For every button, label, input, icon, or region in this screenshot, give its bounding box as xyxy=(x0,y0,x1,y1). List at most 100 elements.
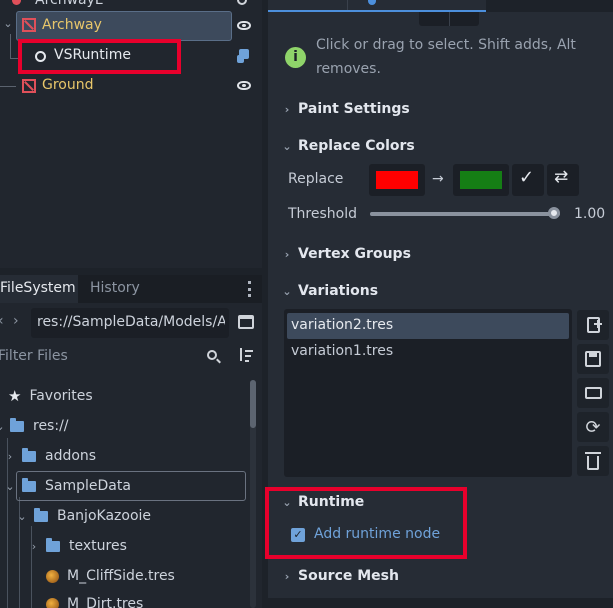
open-folder-icon xyxy=(584,387,602,399)
list-item-addons[interactable]: › addons xyxy=(0,442,96,470)
tree-guide xyxy=(10,58,18,59)
from-color-picker[interactable] xyxy=(369,164,425,196)
chevron-right-icon: › xyxy=(284,569,290,583)
mesh-node-icon xyxy=(22,79,36,93)
back-icon[interactable]: ‹ xyxy=(0,313,4,329)
swap-button[interactable]: ⇄ xyxy=(547,164,579,196)
reload-icon: ⟳ xyxy=(585,416,601,438)
save-button[interactable] xyxy=(577,344,609,374)
bottom-strip xyxy=(268,598,613,608)
list-item-textures[interactable]: › textures xyxy=(0,532,127,560)
section-replace-colors[interactable]: ⌄ Replace Colors xyxy=(268,131,613,161)
filesystem-panel: FileSystem History ‹ › res://SampleData/… xyxy=(0,275,262,608)
search-icon[interactable] xyxy=(207,350,221,364)
runtime-checkbox-label[interactable]: Add runtime node xyxy=(314,526,440,542)
section-title: Variations xyxy=(298,283,379,299)
section-source-mesh[interactable]: › Source Mesh xyxy=(268,561,613,591)
mesh-node-icon xyxy=(22,18,36,32)
reload-button[interactable]: ⟳ xyxy=(577,412,609,442)
item-label: Favorites xyxy=(29,388,93,404)
list-item-dirt[interactable]: M_Dirt.tres xyxy=(0,590,143,608)
save-icon xyxy=(585,351,601,367)
section-vertex-groups[interactable]: › Vertex Groups xyxy=(268,239,613,269)
item-label: SampleData xyxy=(45,478,131,494)
list-item-cliffside[interactable]: M_CliffSide.tres xyxy=(0,562,175,590)
mode-buttons[interactable] xyxy=(419,12,479,26)
item-label: BanjoKazooie xyxy=(57,508,152,524)
tree-node-label-ground: Ground xyxy=(42,77,94,93)
chevron-right-icon[interactable]: › xyxy=(4,450,16,463)
threshold-slider[interactable] xyxy=(370,207,560,219)
chevron-right-icon[interactable]: › xyxy=(28,540,40,553)
slider-handle[interactable] xyxy=(548,207,560,219)
node-icon xyxy=(12,0,21,5)
tree-guide xyxy=(10,34,11,58)
section-title: Paint Settings xyxy=(298,101,410,117)
material-icon xyxy=(46,597,59,608)
info-icon: i xyxy=(285,47,306,68)
new-file-icon xyxy=(586,317,602,333)
to-color-picker[interactable] xyxy=(453,164,509,196)
check-icon: ✓ xyxy=(519,167,535,188)
list-item[interactable]: variation1.tres xyxy=(291,343,393,359)
tab-history[interactable]: History xyxy=(90,275,140,303)
chevron-right-icon: › xyxy=(284,102,290,116)
threshold-value: 1.00 xyxy=(574,206,606,222)
apply-button[interactable]: ✓ xyxy=(512,164,544,196)
active-tab[interactable] xyxy=(268,0,486,12)
chevron-right-icon: › xyxy=(284,247,290,261)
chevron-down-icon[interactable]: ⌄ xyxy=(16,510,28,523)
item-label: addons xyxy=(45,448,97,464)
item-label: textures xyxy=(69,538,127,554)
swap-icon: ⇄ xyxy=(554,167,569,187)
chevron-down-icon[interactable]: ⌄ xyxy=(4,480,16,493)
node-circle-icon xyxy=(35,51,46,62)
list-item-res[interactable]: ⌄ res:// xyxy=(0,412,69,440)
path-text: res://SampleData/Models/A xyxy=(37,314,225,330)
path-field[interactable]: res://SampleData/Models/A xyxy=(31,308,229,338)
list-item-sampledata[interactable]: ⌄ SampleData xyxy=(0,472,131,500)
eye-icon[interactable] xyxy=(237,0,247,5)
eye-icon[interactable] xyxy=(237,81,251,90)
item-label: M_CliffSide.tres xyxy=(67,568,175,584)
sort-icon[interactable] xyxy=(238,347,254,363)
list-item[interactable]: variation2.tres xyxy=(291,317,393,333)
script-icon[interactable] xyxy=(237,49,250,63)
section-title: Vertex Groups xyxy=(298,246,411,262)
info-text-line1: Click or drag to select. Shift adds, Alt xyxy=(316,37,576,53)
section-variations[interactable]: ⌄ Variations xyxy=(268,276,613,306)
filter-field[interactable]: Filter Files xyxy=(0,342,229,370)
chevron-down-icon[interactable]: ⌄ xyxy=(2,17,14,30)
list-item-favorites[interactable]: ★ Favorites xyxy=(0,382,93,410)
chevron-down-icon[interactable]: ⌄ xyxy=(0,420,6,433)
new-variation-button[interactable] xyxy=(577,310,609,340)
tab-filesystem[interactable]: FileSystem xyxy=(0,275,78,303)
folder-icon xyxy=(34,507,48,522)
folder-icon xyxy=(46,537,60,552)
section-runtime[interactable]: ⌄ Runtime xyxy=(268,487,613,517)
forward-icon[interactable]: › xyxy=(13,313,19,329)
variations-list: variation2.tres variation1.tres xyxy=(284,309,572,477)
tree-node-label-archway: Archway xyxy=(42,17,102,33)
section-paint-settings[interactable]: › Paint Settings xyxy=(268,94,613,124)
more-options-icon[interactable] xyxy=(248,281,251,297)
split-view-icon[interactable] xyxy=(238,315,254,329)
folder-icon xyxy=(10,417,24,432)
open-folder-button[interactable] xyxy=(577,378,609,408)
item-label: res:// xyxy=(33,418,69,434)
section-title: Replace Colors xyxy=(298,138,415,154)
chevron-down-icon: ⌄ xyxy=(282,495,292,509)
folder-icon xyxy=(22,477,36,492)
list-item-banjokazooie[interactable]: ⌄ BanjoKazooie xyxy=(0,502,151,530)
runtime-checkbox[interactable]: ✓ xyxy=(291,528,305,542)
delete-button[interactable] xyxy=(577,446,609,476)
trash-icon xyxy=(585,452,601,470)
arrow-label: → xyxy=(432,171,444,187)
eye-icon[interactable] xyxy=(237,21,251,30)
star-icon: ★ xyxy=(8,387,22,405)
scrollbar[interactable] xyxy=(250,380,256,608)
filter-placeholder: Filter Files xyxy=(0,348,68,364)
section-title: Runtime xyxy=(298,494,365,510)
replace-label: Replace xyxy=(288,171,344,187)
chevron-down-icon: ⌄ xyxy=(282,139,292,153)
